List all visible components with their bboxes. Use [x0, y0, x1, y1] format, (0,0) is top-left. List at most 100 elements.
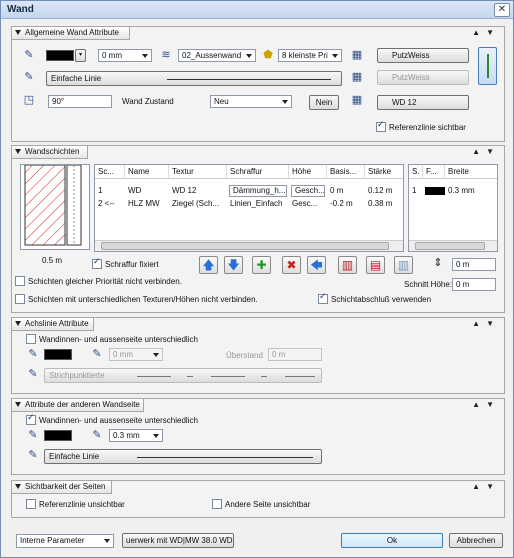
- pen-table-scrollbar[interactable]: [409, 240, 497, 251]
- ok-button[interactable]: Ok: [341, 533, 443, 548]
- table-cell[interactable]: 1: [409, 185, 423, 197]
- col-header[interactable]: Breite: [445, 165, 497, 179]
- table-cell[interactable]: Linien_Einfach: [227, 198, 289, 210]
- panel-arrows[interactable]: ▲▼: [472, 400, 500, 409]
- title-bar[interactable]: Wand ✕: [1, 1, 513, 19]
- andere-pen-thickness-select[interactable]: 0.3 mm: [109, 429, 163, 442]
- panel-arrows[interactable]: ▲▼: [472, 319, 500, 328]
- pen-color-dropdown[interactable]: ▾: [75, 49, 86, 62]
- height-input[interactable]: 0 m: [452, 258, 496, 271]
- pen-table[interactable]: S. F... Breite 1 0.3 mm: [408, 164, 498, 252]
- table-scrollbar[interactable]: [95, 240, 403, 251]
- andere-pen-color-swatch[interactable]: [44, 430, 72, 441]
- panel-header-achslinie[interactable]: Achslinie Attribute: [12, 318, 94, 331]
- col-header[interactable]: Basis...: [327, 165, 365, 179]
- line-type-icon: ✎: [28, 367, 38, 380]
- params-select[interactable]: Interne Parameter: [16, 534, 114, 548]
- table-cell[interactable]: 0 m: [327, 185, 365, 197]
- zustand-select[interactable]: Neu: [210, 95, 292, 108]
- pen-thickness-icon: ✎: [92, 347, 102, 360]
- move-down-button[interactable]: 🡇: [224, 256, 243, 274]
- panel-header-sichtbarkeit[interactable]: Sichtbarkeit der Seiten: [12, 481, 112, 494]
- layer-columns-icon[interactable]: ▥: [394, 256, 413, 274]
- table-cell[interactable]: Ziegel (Sch...: [169, 198, 227, 210]
- schraffur-fixiert-label: Schraffur fixiert: [105, 260, 159, 269]
- pen-thickness-select[interactable]: 0 mm: [98, 49, 152, 62]
- priority-icon: ⬟: [263, 48, 273, 61]
- col-header[interactable]: F...: [423, 165, 445, 179]
- panel-arrows[interactable]: ▲▼: [472, 147, 500, 156]
- surface-2-button[interactable]: PutzWeiss: [377, 70, 469, 85]
- table-cell[interactable]: 0.38 m: [365, 198, 403, 210]
- reference-line-icon: [487, 54, 489, 78]
- table-cell-hatch-edit[interactable]: Dämmung_h...: [229, 185, 287, 197]
- texture-button[interactable]: WD 12: [377, 95, 469, 110]
- table-cell[interactable]: WD 12: [169, 185, 227, 197]
- pen-color-swatch[interactable]: [46, 50, 74, 61]
- col-header[interactable]: Höhe: [289, 165, 327, 179]
- surface-1-button[interactable]: PutzWeiss: [377, 48, 469, 63]
- scrollbar-thumb[interactable]: [415, 242, 485, 250]
- angle-input[interactable]: 90°: [48, 95, 112, 108]
- table-cell[interactable]: WD: [125, 185, 169, 197]
- achslinie-line-type-button[interactable]: Strichpunktierte: [44, 368, 322, 383]
- collapse-triangle-icon: [15, 402, 21, 408]
- table-cell-height-select[interactable]: Gesch...: [291, 185, 325, 197]
- move-up-button[interactable]: 🡅: [199, 256, 218, 274]
- layers-table[interactable]: Sc... Name Textur Schraffur Höhe Basis..…: [94, 164, 404, 252]
- table-cell[interactable]: 0.12 m: [365, 185, 403, 197]
- line-type-button[interactable]: Einfache Linie: [46, 71, 342, 86]
- texturen-checkbox[interactable]: [15, 294, 25, 304]
- pen-color-cell[interactable]: [425, 187, 445, 195]
- achslinie-unterschiedlich-label: Wandinnen- und aussenseite unterschiedli…: [39, 335, 198, 344]
- dash-segment: [285, 376, 315, 377]
- ueberstand-input[interactable]: 0 m: [268, 348, 322, 361]
- panel-header-wandschichten[interactable]: Wandschichten: [12, 146, 88, 159]
- col-header[interactable]: S.: [409, 165, 423, 179]
- andere-unsichtbar-checkbox[interactable]: [212, 499, 222, 509]
- cancel-button[interactable]: Abbrechen: [449, 533, 503, 548]
- priority-select[interactable]: 8 kleinste Pri: [278, 49, 342, 62]
- delete-layer-button[interactable]: ✖: [282, 256, 301, 274]
- close-button[interactable]: ✕: [494, 3, 510, 17]
- panel-header-andere-seite[interactable]: Attribute der anderen Wandseite: [12, 399, 144, 412]
- table-cell[interactable]: HLZ MW: [125, 198, 169, 210]
- schichtabschluss-checkbox[interactable]: [318, 292, 328, 304]
- wall-type-button[interactable]: uerwerk mit WD|MW 38.0 WD: [122, 533, 234, 548]
- referenz-unsichtbar-checkbox[interactable]: [26, 499, 36, 509]
- achslinie-unterschiedlich-checkbox[interactable]: [26, 334, 36, 344]
- andere-unterschiedlich-checkbox[interactable]: [26, 413, 36, 425]
- scrollbar-thumb[interactable]: [101, 242, 389, 250]
- add-layer-button[interactable]: ✚: [252, 256, 271, 274]
- prioritaet-checkbox[interactable]: [15, 276, 25, 286]
- achslinie-pen-color-swatch[interactable]: [44, 349, 72, 360]
- reference-line-toggle[interactable]: [478, 47, 497, 85]
- panel-title: Attribute der anderen Wandseite: [25, 400, 140, 409]
- col-header[interactable]: Stärke: [365, 165, 403, 179]
- schraffur-fixiert-checkbox[interactable]: [92, 257, 102, 269]
- panel-header-allgemein[interactable]: Allgemeine Wand Attribute: [12, 27, 130, 40]
- reverse-layer-button[interactable]: 🡄: [307, 256, 326, 274]
- table-cell[interactable]: 0.3 mm: [445, 185, 497, 197]
- schnitt-hoehe-input[interactable]: 0 m: [452, 278, 496, 291]
- referenzlinie-checkbox[interactable]: [376, 120, 386, 132]
- table-cell[interactable]: 1: [95, 185, 125, 197]
- col-header[interactable]: Textur: [169, 165, 227, 179]
- preview-width-label: 0.5 m: [42, 256, 63, 265]
- andere-line-type-button[interactable]: Einfache Linie: [44, 449, 322, 464]
- table-cell[interactable]: -0.2 m: [327, 198, 365, 210]
- table-cell[interactable]: 2 <--: [95, 198, 125, 210]
- andere-unterschiedlich-label: Wandinnen- und aussenseite unterschiedli…: [39, 416, 198, 425]
- table-cell[interactable]: Gesc...: [289, 198, 327, 210]
- layer-chart-icon[interactable]: ▥: [338, 256, 357, 274]
- layer-bars-icon[interactable]: ▤: [366, 256, 385, 274]
- achslinie-pen-thickness-select[interactable]: 0 mm: [109, 348, 163, 361]
- layer-select[interactable]: 02_Aussenwand: [178, 49, 256, 62]
- col-header[interactable]: Name: [125, 165, 169, 179]
- panel-arrows[interactable]: ▲▼: [472, 28, 500, 37]
- nein-button[interactable]: Nein: [309, 95, 339, 110]
- col-header[interactable]: Sc...: [95, 165, 125, 179]
- surface-icon: ▦: [351, 48, 363, 61]
- panel-arrows[interactable]: ▲▼: [472, 482, 500, 491]
- col-header[interactable]: Schraffur: [227, 165, 289, 179]
